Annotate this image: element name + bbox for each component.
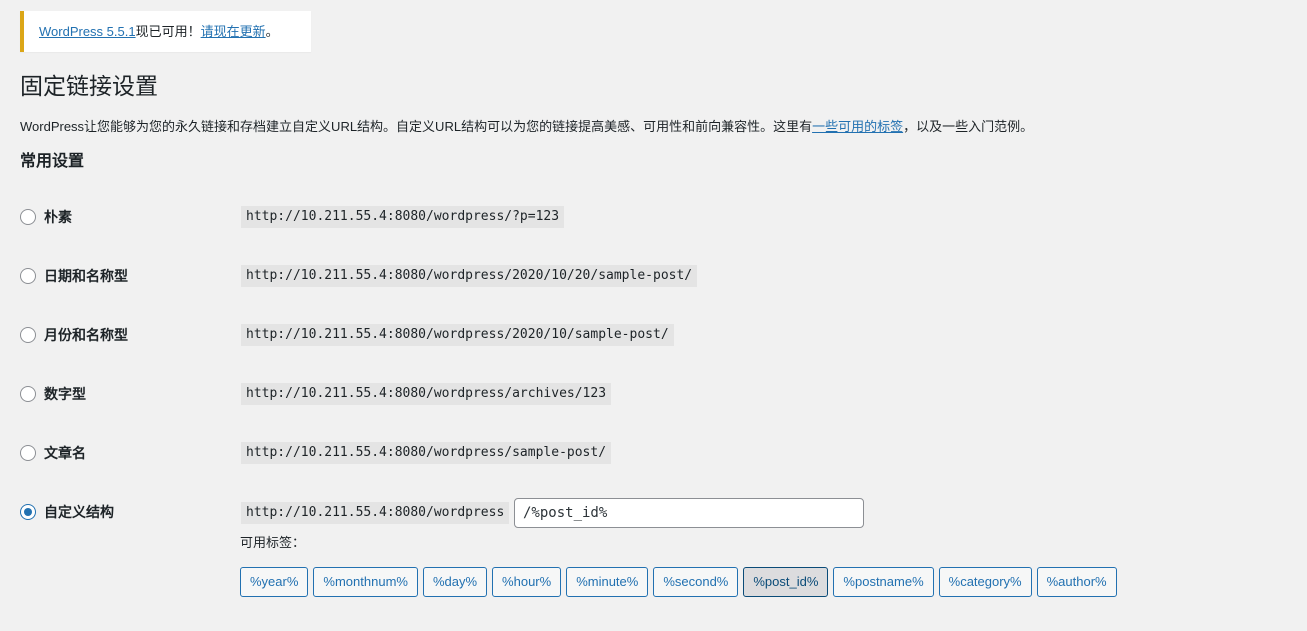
radio-day-name[interactable] [20, 268, 36, 284]
option-label-month-name: 月份和名称型 [44, 327, 128, 343]
radio-post-name[interactable] [20, 445, 36, 461]
option-label-plain: 朴素 [44, 209, 72, 225]
tag-button-author[interactable]: %author% [1036, 567, 1117, 597]
example-url-plain: http://10.211.55.4:8080/wordpress/?p=123 [241, 206, 565, 228]
option-label-post-name: 文章名 [44, 445, 86, 461]
custom-structure-input[interactable] [514, 498, 864, 528]
tag-button-year[interactable]: %year% [240, 567, 309, 597]
notice-end-text: 。 [265, 24, 279, 39]
available-tags-label: 可用标签： [240, 535, 306, 550]
tag-button-second[interactable]: %second% [653, 567, 739, 597]
tag-button-day[interactable]: %day% [422, 567, 488, 597]
option-post-name[interactable]: 文章名 [20, 441, 234, 465]
option-plain[interactable]: 朴素 [20, 205, 234, 229]
intro-text-before: WordPress让您能够为您的永久链接和存档建立自定义URL结构。自定义URL… [20, 119, 813, 134]
update-notice: WordPress 5.5.1现已可用！请现在更新。 [20, 11, 311, 52]
example-url-post-name: http://10.211.55.4:8080/wordpress/sample… [241, 442, 612, 464]
available-tags-link[interactable]: 一些可用的标签 [812, 119, 903, 134]
available-tags-list: %year% %monthnum% %day% %hour% %minute% … [240, 567, 1117, 597]
example-url-numeric: http://10.211.55.4:8080/wordpress/archiv… [241, 383, 612, 405]
option-label-custom: 自定义结构 [44, 504, 114, 520]
example-url-day-name: http://10.211.55.4:8080/wordpress/2020/1… [241, 265, 698, 287]
wordpress-version-link[interactable]: WordPress 5.5.1 [39, 24, 136, 39]
example-url-month-name: http://10.211.55.4:8080/wordpress/2020/1… [241, 324, 674, 346]
notice-text: 现已可用！ [135, 24, 201, 39]
tag-button-minute[interactable]: %minute% [566, 567, 649, 597]
option-day-name[interactable]: 日期和名称型 [20, 264, 234, 288]
option-month-name[interactable]: 月份和名称型 [20, 323, 234, 347]
page-title: 固定链接设置 [20, 73, 158, 99]
radio-plain[interactable] [20, 209, 36, 225]
radio-month-name[interactable] [20, 327, 36, 343]
tag-button-post-id[interactable]: %post_id% [743, 567, 829, 597]
option-label-day-name: 日期和名称型 [44, 268, 128, 284]
tag-button-postname[interactable]: %postname% [833, 567, 934, 597]
radio-custom[interactable] [20, 504, 36, 520]
radio-numeric[interactable] [20, 386, 36, 402]
intro-text: WordPress让您能够为您的永久链接和存档建立自定义URL结构。自定义URL… [20, 117, 1033, 137]
option-numeric[interactable]: 数字型 [20, 382, 234, 406]
option-label-numeric: 数字型 [44, 386, 86, 402]
custom-structure-prefix: http://10.211.55.4:8080/wordpress [241, 502, 510, 524]
common-settings-title: 常用设置 [20, 153, 85, 170]
option-custom[interactable]: 自定义结构 [20, 500, 234, 524]
update-now-link[interactable]: 请现在更新 [201, 24, 266, 39]
tag-button-hour[interactable]: %hour% [492, 567, 562, 597]
intro-text-after: ，以及一些入门范例。 [903, 119, 1034, 134]
tag-button-category[interactable]: %category% [938, 567, 1032, 597]
tag-button-monthnum[interactable]: %monthnum% [313, 567, 418, 597]
